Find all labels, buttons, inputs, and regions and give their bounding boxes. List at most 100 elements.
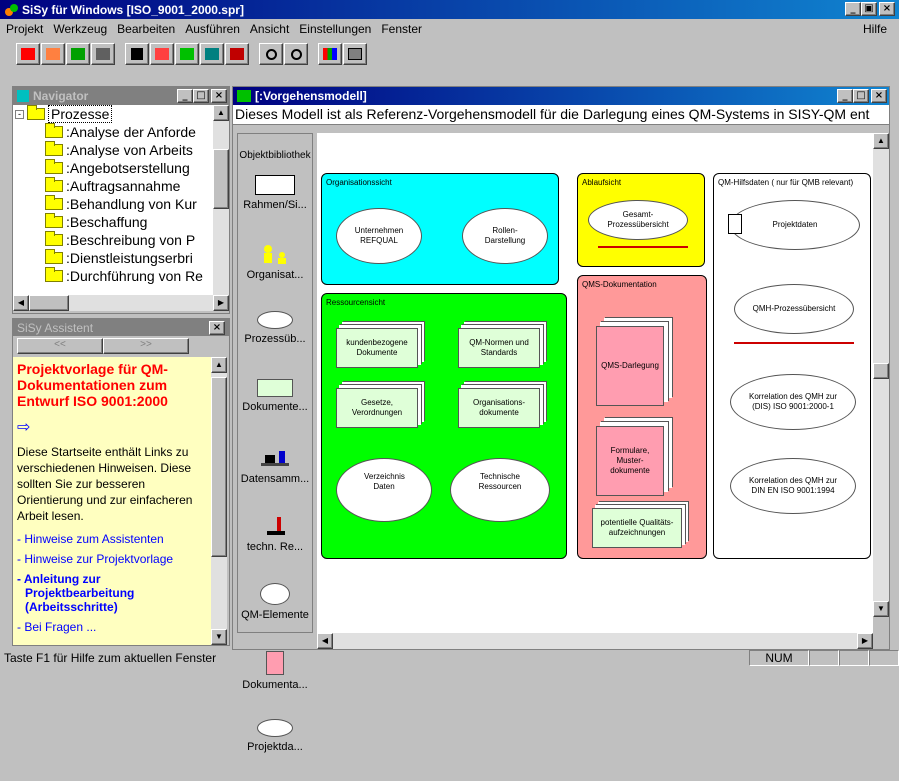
scroll-right-button[interactable]: ▶ (213, 295, 229, 311)
arrow-icon[interactable]: ⇨ (17, 417, 207, 436)
menu-hilfe[interactable]: Hilfe (863, 22, 887, 36)
minimize-button[interactable]: _ (845, 2, 861, 16)
canvas-hscrollbar[interactable]: ◀ ▶ (317, 633, 873, 649)
app-titlebar[interactable]: SiSy für Windows [ISO_9001_2000.spr] _ ▣… (0, 0, 899, 19)
model-canvas[interactable]: Organisationssicht Unternehmen REFQUAL R… (317, 133, 873, 633)
qms-presentation-stack[interactable]: QMS-Darlegung (596, 326, 664, 406)
assistant-next-button[interactable]: >> (103, 338, 189, 354)
model-minimize-button[interactable]: _ (837, 89, 853, 103)
diagram-c-icon[interactable] (225, 43, 249, 65)
scroll-thumb[interactable] (211, 377, 227, 557)
org-docs-stack[interactable]: Organisations-dokumente (458, 388, 540, 428)
laws-stack[interactable]: Gesetze, Verordnungen (336, 388, 418, 428)
scroll-up-button[interactable]: ▲ (873, 133, 889, 149)
section-ablauf[interactable]: Ablaufsicht Gesamt-Prozessübersicht (577, 173, 705, 267)
hscroll-thumb[interactable] (29, 295, 69, 311)
assistant-close-button[interactable]: × (209, 321, 225, 335)
scroll-up-button[interactable]: ▲ (213, 105, 229, 121)
tree-item[interactable]: :Angebotserstellung (15, 159, 213, 177)
menu-fenster[interactable]: Fenster (381, 22, 422, 36)
scroll-right-button[interactable]: ▶ (857, 633, 873, 649)
diagram-b-icon[interactable] (200, 43, 224, 65)
zoom-out-icon[interactable] (284, 43, 308, 65)
tree-item[interactable]: :Beschaffung (15, 213, 213, 231)
dialog-icon[interactable] (343, 43, 367, 65)
library-item-technical[interactable]: techn. Re... (238, 515, 312, 577)
navigator-minimize-button[interactable]: _ (177, 89, 193, 103)
diagram-a-icon[interactable] (175, 43, 199, 65)
tree-item[interactable]: :Analyse von Arbeits (15, 141, 213, 159)
tree-item[interactable]: :Dienstleistungserbri (15, 249, 213, 267)
process-overview-cloud[interactable]: Gesamt-Prozessübersicht (588, 200, 688, 240)
assistant-prev-button[interactable]: << (17, 338, 103, 354)
correlation-1994-cloud[interactable]: Korrelation des QMH zur DIN EN ISO 9001:… (730, 458, 856, 514)
tree-item[interactable]: :Behandlung von Kur (15, 195, 213, 213)
org-roles-cloud[interactable]: Rollen-Darstellung (462, 208, 548, 264)
technical-resources-cloud[interactable]: Technische Ressourcen (450, 458, 550, 522)
model-titlebar[interactable]: [:Vorgehensmodell] _ □ × (233, 87, 889, 105)
scroll-left-button[interactable]: ◀ (13, 295, 29, 311)
scroll-down-button[interactable]: ▼ (873, 601, 889, 617)
tree-item[interactable]: :Durchführung von Re (15, 267, 213, 285)
tree-item[interactable]: :Beschreibung von P (15, 231, 213, 249)
menu-bearbeiten[interactable]: Bearbeiten (117, 22, 175, 36)
model-close-button[interactable]: × (871, 89, 887, 103)
library-item-qm[interactable]: QM-Elemente (238, 583, 312, 645)
link-assistant-hints[interactable]: - Hinweise zum Assistenten (17, 532, 207, 546)
tree-root[interactable]: - Prozesse (15, 105, 213, 123)
library-item-documents[interactable]: Dokumente... (238, 379, 312, 441)
scroll-thumb[interactable] (213, 149, 229, 209)
open-folder-icon[interactable] (16, 43, 40, 65)
navigator-hscrollbar[interactable]: ◀ ▶ (13, 295, 229, 311)
close-button[interactable]: × (879, 2, 895, 16)
model-maximize-button[interactable]: □ (853, 89, 869, 103)
library-item-organisation[interactable]: Organisat... (238, 243, 312, 305)
scroll-up-button[interactable]: ▲ (211, 357, 227, 373)
binoculars-icon[interactable] (125, 43, 149, 65)
tree-item[interactable]: :Analyse der Anforde (15, 123, 213, 141)
tool-icon[interactable] (150, 43, 174, 65)
canvas-vscrollbar[interactable]: ▲ ▼ (873, 133, 889, 617)
zoom-in-icon[interactable] (259, 43, 283, 65)
scroll-left-button[interactable]: ◀ (317, 633, 333, 649)
assistant-vscrollbar[interactable]: ▲ ▼ (211, 357, 227, 645)
section-ressourcen[interactable]: Ressourcensicht kundenbezogene Dokumente… (321, 293, 567, 559)
org-company-cloud[interactable]: Unternehmen REFQUAL (336, 208, 422, 264)
library-item-projectdata[interactable]: Projektda... (238, 719, 312, 781)
navigator-maximize-button[interactable]: □ (193, 89, 209, 103)
library-item-data[interactable]: Datensamm... (238, 447, 312, 509)
qmh-overview-cloud[interactable]: QMH-Prozessübersicht (734, 284, 854, 334)
menu-ausfuehren[interactable]: Ausführen (185, 22, 240, 36)
correlation-2000-cloud[interactable]: Korrelation des QMH zur (DIS) ISO 9001:2… (730, 374, 856, 430)
scroll-down-button[interactable]: ▼ (211, 629, 227, 645)
scroll-thumb[interactable] (873, 363, 889, 379)
quality-records-stack[interactable]: potentielle Qualitäts-aufzeichnungen (592, 508, 682, 548)
library-item-frame[interactable]: Rahmen/Si... (238, 175, 312, 237)
assistant-titlebar[interactable]: SiSy Assistent × (13, 319, 229, 336)
projectdata-cloud[interactable]: Projektdaten (730, 200, 860, 250)
section-organisation[interactable]: Organisationssicht Unternehmen REFQUAL R… (321, 173, 559, 285)
customer-docs-stack[interactable]: kundenbezogene Dokumente (336, 328, 418, 368)
navigator-vscrollbar[interactable]: ▲ (213, 105, 229, 295)
section-hilfsdaten[interactable]: QM-Hilfsdaten ( nur für QMB relevant) Pr… (713, 173, 871, 559)
menu-projekt[interactable]: Projekt (6, 22, 43, 36)
navigator-close-button[interactable]: × (211, 89, 227, 103)
tree-item[interactable]: :Auftragsannahme (15, 177, 213, 195)
save-icon[interactable] (41, 43, 65, 65)
menu-einstellungen[interactable]: Einstellungen (299, 22, 371, 36)
section-qms[interactable]: QMS-Dokumentation QMS-Darlegung Formular… (577, 275, 707, 559)
chart-icon[interactable] (318, 43, 342, 65)
forms-stack[interactable]: Formulare, Muster-dokumente (596, 426, 664, 496)
library-item-process[interactable]: Prozessüb... (238, 311, 312, 373)
menu-ansicht[interactable]: Ansicht (250, 22, 289, 36)
maximize-button[interactable]: ▣ (861, 2, 877, 16)
directory-data-cloud[interactable]: Verzeichnis Daten (336, 458, 432, 522)
navigator-titlebar[interactable]: Navigator _ □ × (13, 87, 229, 105)
new-icon[interactable] (66, 43, 90, 65)
qm-norms-stack[interactable]: QM-Normen und Standards (458, 328, 540, 368)
link-project-guide[interactable]: - Anleitung zur Projektbearbeitung (Arbe… (17, 572, 207, 614)
collapse-icon[interactable]: - (15, 109, 24, 119)
print-icon[interactable] (91, 43, 115, 65)
link-questions[interactable]: - Bei Fragen ... (17, 620, 207, 634)
link-project-template-hints[interactable]: - Hinweise zur Projektvorlage (17, 552, 207, 566)
